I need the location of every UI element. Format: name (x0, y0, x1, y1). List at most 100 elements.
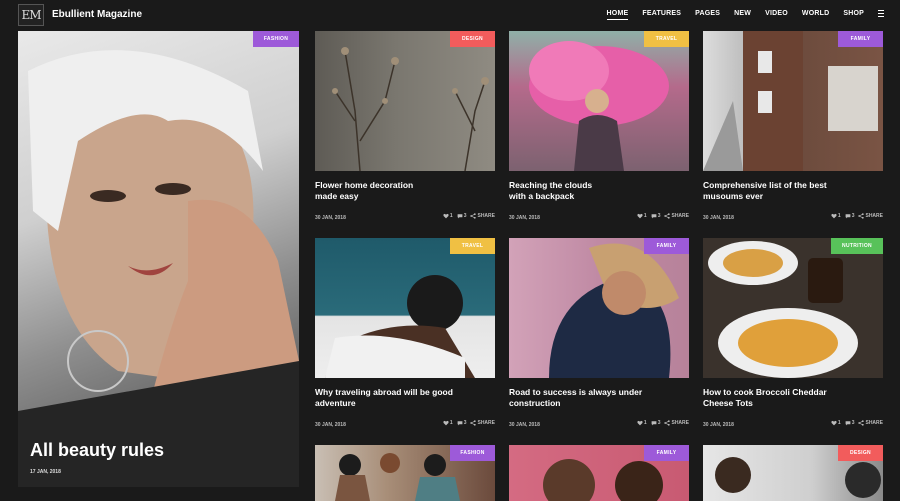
comment-count[interactable]: 3 (845, 213, 855, 219)
article-card[interactable]: DESIGN (703, 445, 883, 501)
nav-item-world[interactable]: WORLD (802, 10, 829, 17)
article-date: 30 JAN, 2018 (703, 422, 734, 428)
share-button[interactable]: SHARE (858, 213, 883, 219)
share-label: SHARE (477, 213, 495, 219)
share-button[interactable]: SHARE (470, 213, 495, 219)
article-title[interactable]: Comprehensive list of the best musoums ev… (703, 180, 873, 202)
article-date: 30 JAN, 2018 (509, 215, 540, 221)
article-date: 30 JAN, 2018 (509, 422, 540, 428)
nav-item-home[interactable]: HOME (606, 10, 629, 20)
tag-nutrition[interactable]: NUTRITION (831, 238, 883, 254)
article-meta: 1 3 SHARE (633, 213, 689, 219)
article-title-line: adventure (315, 398, 356, 408)
article-title-line: Comprehensive list of the best (703, 180, 827, 190)
tag-family[interactable]: FAMILY (838, 31, 883, 47)
site-title[interactable]: Ebullient Magazine (52, 9, 142, 20)
article-date: 30 JAN, 2018 (315, 215, 346, 221)
like-count[interactable]: 1 (443, 420, 453, 426)
article-title-line: with a backpack (509, 191, 575, 201)
tag-design[interactable]: DESIGN (838, 445, 883, 461)
article-card[interactable]: NUTRITION How to cook Broccoli Cheddar Ch… (703, 238, 883, 438)
comment-count[interactable]: 3 (457, 420, 467, 426)
tag-travel[interactable]: TRAVEL (450, 238, 495, 254)
comment-count-value: 3 (851, 420, 855, 426)
article-title-line: Reaching the clouds (509, 180, 593, 190)
share-button[interactable]: SHARE (858, 420, 883, 426)
comment-icon (457, 421, 463, 426)
article-card[interactable]: TRAVEL Reaching the clouds with a backpac… (509, 31, 689, 231)
nav-item-pages[interactable]: PAGES (695, 10, 720, 17)
article-title-line: How to cook Broccoli Cheddar (703, 387, 827, 397)
comment-count[interactable]: 3 (845, 420, 855, 426)
article-title-line: musoums ever (703, 191, 763, 201)
comment-icon (845, 421, 851, 426)
article-title[interactable]: Road to success is always under construct… (509, 387, 679, 409)
comment-count-value: 3 (657, 213, 661, 219)
share-icon (858, 420, 865, 426)
comment-count[interactable]: 3 (651, 213, 661, 219)
share-button[interactable]: SHARE (664, 420, 689, 426)
like-count[interactable]: 1 (637, 213, 647, 219)
article-card[interactable]: DESIGN Flower home decoration made easy 3… (315, 31, 495, 231)
article-image (509, 31, 689, 171)
comment-count-value: 3 (463, 213, 467, 219)
article-title-line: Why traveling abroad will be good (315, 387, 453, 397)
article-card[interactable]: FASHION (315, 445, 495, 501)
like-count[interactable]: 1 (831, 420, 841, 426)
tag-design[interactable]: DESIGN (450, 31, 495, 47)
article-image (703, 238, 883, 378)
like-count[interactable]: 1 (637, 420, 647, 426)
tag-family[interactable]: FAMILY (644, 445, 689, 461)
article-title[interactable]: Why traveling abroad will be good adventu… (315, 387, 485, 409)
article-card[interactable]: FAMILY (509, 445, 689, 501)
article-card[interactable]: FAMILY Road to success is always under co… (509, 238, 689, 438)
article-meta: 1 3 SHARE (439, 213, 495, 219)
like-count[interactable]: 1 (831, 213, 841, 219)
main-nav: HOME FEATURES PAGES NEW VIDEO WORLD SHOP (593, 10, 884, 20)
heart-icon (637, 420, 643, 426)
comment-count[interactable]: 3 (457, 213, 467, 219)
like-count-value: 1 (837, 213, 841, 219)
nav-item-shop[interactable]: SHOP (843, 10, 864, 17)
tag-travel[interactable]: TRAVEL (644, 31, 689, 47)
article-title[interactable]: How to cook Broccoli Cheddar Cheese Tots (703, 387, 873, 409)
article-image (315, 238, 495, 378)
hamburger-menu-icon[interactable] (878, 10, 884, 17)
comment-count[interactable]: 3 (651, 420, 661, 426)
heart-icon (831, 213, 837, 219)
comment-count-value: 3 (463, 420, 467, 426)
comment-icon (651, 214, 657, 219)
comment-count-value: 3 (851, 213, 855, 219)
article-title[interactable]: Flower home decoration made easy (315, 180, 485, 202)
hero-article[interactable]: FASHION All beauty rules 17 JAN, 2018 (18, 31, 299, 487)
article-title[interactable]: Reaching the clouds with a backpack (509, 180, 679, 202)
hero-title[interactable]: All beauty rules (30, 440, 164, 461)
heart-icon (831, 420, 837, 426)
share-label: SHARE (865, 213, 883, 219)
share-button[interactable]: SHARE (664, 213, 689, 219)
share-icon (664, 420, 671, 426)
like-count-value: 1 (837, 420, 841, 426)
like-count[interactable]: 1 (443, 213, 453, 219)
article-meta: 1 3 SHARE (827, 420, 883, 426)
hero-image (18, 31, 299, 487)
article-card[interactable]: FAMILY Comprehensive list of the best mus… (703, 31, 883, 231)
heart-icon (443, 213, 449, 219)
nav-item-new[interactable]: NEW (734, 10, 751, 17)
tag-fashion[interactable]: FASHION (450, 445, 495, 461)
tag-family[interactable]: FAMILY (644, 238, 689, 254)
article-date: 30 JAN, 2018 (703, 215, 734, 221)
article-card[interactable]: TRAVEL Why traveling abroad will be good… (315, 238, 495, 438)
article-title-line: construction (509, 398, 561, 408)
nav-item-features[interactable]: FEATURES (642, 10, 681, 17)
hero-tag-fashion[interactable]: FASHION (253, 31, 299, 47)
share-label: SHARE (477, 420, 495, 426)
comment-count-value: 3 (657, 420, 661, 426)
share-icon (664, 213, 671, 219)
heart-icon (637, 213, 643, 219)
like-count-value: 1 (449, 213, 453, 219)
nav-item-video[interactable]: VIDEO (765, 10, 788, 17)
share-button[interactable]: SHARE (470, 420, 495, 426)
top-bar: EM Ebullient Magazine HOME FEATURES PAGE… (0, 0, 900, 30)
site-logo[interactable]: EM (18, 4, 44, 26)
